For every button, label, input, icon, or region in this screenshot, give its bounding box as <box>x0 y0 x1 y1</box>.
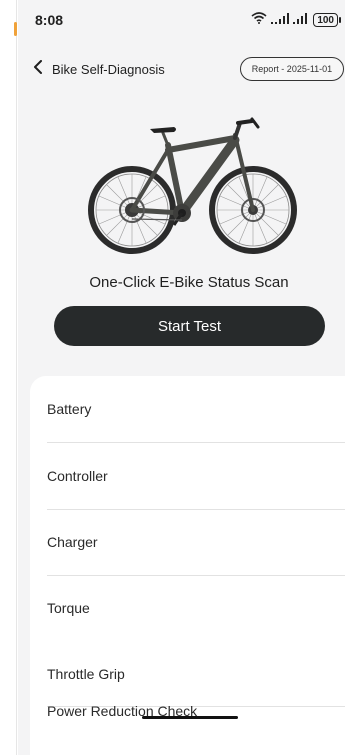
chevron-left-icon <box>33 59 43 79</box>
report-button[interactable]: Report - 2025-11-01 <box>240 57 344 81</box>
header: Bike Self-Diagnosis Report - 2025-11-01 <box>18 55 345 85</box>
status-time: 8:08 <box>35 12 64 28</box>
page-title: Bike Self-Diagnosis <box>52 62 165 77</box>
start-test-button[interactable]: Start Test <box>54 306 325 346</box>
edge-divider <box>16 0 17 755</box>
signal-icon <box>271 11 290 29</box>
edge-accent-mark <box>14 22 17 36</box>
phone-screen: 8:08 100 Bike Self-Diagnosis Report - 20… <box>18 0 345 755</box>
signal-icon <box>293 11 309 29</box>
battery-cap <box>339 17 341 23</box>
diagnosis-list: Battery Controller Charger Torque Thrott… <box>30 376 345 755</box>
wifi-icon <box>251 11 267 29</box>
list-item-charger[interactable]: Charger <box>47 509 345 575</box>
list-item-battery[interactable]: Battery <box>47 376 345 442</box>
battery-icon: 100 <box>313 13 338 27</box>
bike-image <box>70 105 310 260</box>
list-item-power-reduction-check[interactable]: Power Reduction Check <box>47 678 345 744</box>
status-icons: 100 <box>251 12 341 28</box>
battery-group: 100 <box>313 13 341 27</box>
list-item-controller[interactable]: Controller <box>47 443 345 509</box>
status-bar: 8:08 100 <box>18 0 345 40</box>
left-edge-strip <box>0 0 18 755</box>
list-item-torque[interactable]: Torque <box>47 575 345 641</box>
back-button[interactable] <box>28 59 48 79</box>
scan-caption: One-Click E-Bike Status Scan <box>89 274 289 291</box>
home-indicator <box>142 716 238 719</box>
